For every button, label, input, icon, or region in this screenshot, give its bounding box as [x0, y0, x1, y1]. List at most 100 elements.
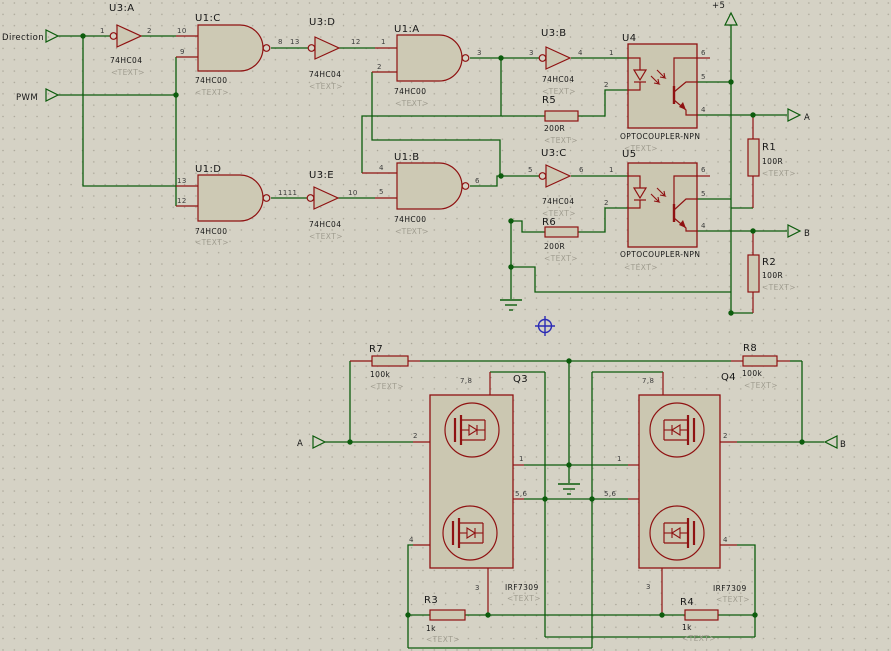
resistor-r5[interactable]	[545, 111, 578, 121]
pin-number-label: 4	[409, 536, 414, 544]
part-ref-label: R6	[542, 217, 556, 228]
placeholder-text-label: <TEXT>	[309, 232, 343, 241]
pin-number-label: 2	[604, 81, 609, 89]
resistor-r4[interactable]	[685, 610, 718, 620]
invert-bubble-icon	[462, 55, 469, 62]
junction-dot	[508, 218, 513, 223]
placeholder-text-label: <TEXT>	[682, 634, 716, 643]
pin-number-label: 3	[646, 583, 651, 591]
pin-number-label: 4	[701, 106, 706, 114]
part-ref-label: Q4	[721, 372, 736, 383]
gate-body[interactable]	[198, 25, 263, 71]
part-ref-label: R5	[542, 95, 556, 106]
invert-bubble-icon	[462, 183, 469, 190]
part-ref-label: U1:B	[394, 152, 420, 163]
pin-number-label: 3	[477, 49, 482, 57]
placeholder-text-label: <TEXT>	[395, 99, 429, 108]
placeholder-text-label: <TEXT>	[624, 144, 658, 153]
pin-number-label: 1	[617, 455, 622, 463]
pin-number-label: 3	[475, 584, 480, 592]
junction-dot	[405, 612, 410, 617]
part-ref-label: Q3	[513, 374, 528, 385]
part-value-label: 1k	[682, 623, 692, 632]
placeholder-text-label: <TEXT>	[544, 136, 578, 145]
part-ref-label: R3	[424, 595, 438, 606]
junction-dot	[498, 173, 503, 178]
pin-number-label: 7,8	[642, 377, 654, 385]
schematic-svg[interactable]: U3:AU1:CU3:DU1:AU3:BU4R5U1:DU3:EU1:BU3:C…	[0, 0, 891, 651]
resistor-r3[interactable]	[430, 610, 465, 620]
junction-dot	[498, 55, 503, 60]
optocoupler-u5[interactable]	[628, 163, 697, 247]
invert-bubble-icon	[263, 45, 270, 52]
placeholder-text-label: <TEXT>	[542, 87, 576, 96]
resistor-r7[interactable]	[372, 356, 408, 366]
terminal-label: Direction	[2, 33, 44, 43]
terminal-label: PWM	[16, 93, 38, 103]
gate-body[interactable]	[198, 175, 263, 221]
pin-number-label: 5	[701, 190, 706, 198]
gate-body[interactable]	[397, 163, 462, 209]
pin-number-label: 6	[701, 166, 706, 174]
optocoupler-u4[interactable]	[628, 44, 697, 128]
mosfet-ic-body[interactable]	[430, 395, 513, 568]
placeholder-text-label: <TEXT>	[624, 263, 658, 272]
mosfet-ic-q3[interactable]	[430, 395, 513, 568]
terminal-label: A	[804, 113, 810, 123]
pin-number-label: 1	[609, 49, 614, 57]
pin-number-label: 13	[177, 177, 187, 185]
pin-number-label: 6	[475, 177, 480, 185]
terminal-label: B	[840, 440, 846, 450]
resistor-r2[interactable]	[748, 255, 759, 292]
junction-dot	[589, 496, 594, 501]
placeholder-text-label: <TEXT>	[716, 595, 750, 604]
part-value-label: 74HC00	[195, 227, 227, 236]
placeholder-text-label: <TEXT>	[426, 635, 460, 644]
resistor-r8[interactable]	[743, 356, 777, 366]
gate-body[interactable]	[397, 35, 462, 81]
pin-number-label: 5	[701, 73, 706, 81]
junction-dot	[347, 439, 352, 444]
pin-number-label: 8	[278, 38, 283, 46]
part-ref-label: U3:E	[309, 170, 334, 181]
part-value-label: IRF7309	[505, 583, 539, 592]
junction-dot	[566, 358, 571, 363]
pin-number-label: 2	[147, 27, 152, 35]
schematic-canvas[interactable]: U3:AU1:CU3:DU1:AU3:BU4R5U1:DU3:EU1:BU3:C…	[0, 0, 891, 651]
placeholder-text-label: <TEXT>	[542, 209, 576, 218]
pin-number-label: 5,6	[604, 490, 616, 498]
pin-number-label: 5	[379, 188, 384, 196]
part-ref-label: U3:C	[541, 148, 567, 159]
invert-bubble-icon	[110, 33, 117, 40]
pin-number-label: 1	[609, 166, 614, 174]
part-value-label: 74HC00	[394, 215, 426, 224]
part-ref-label: U1:A	[394, 24, 420, 35]
resistor-r6[interactable]	[545, 227, 578, 237]
junction-dot	[750, 112, 755, 117]
pin-number-label: 4	[379, 164, 384, 172]
placeholder-text-label: <TEXT>	[395, 227, 429, 236]
placeholder-text-label: <TEXT>	[195, 88, 229, 97]
part-value-label: IRF7309	[713, 584, 747, 593]
pin-number-label: 6	[701, 49, 706, 57]
mosfet-ic-q4[interactable]	[639, 395, 720, 568]
placeholder-text-label: <TEXT>	[544, 254, 578, 263]
invert-bubble-icon	[307, 195, 314, 202]
part-ref-label: R4	[680, 597, 694, 608]
invert-bubble-icon	[308, 45, 315, 52]
junction-dot	[508, 264, 513, 269]
resistor-r1[interactable]	[748, 139, 759, 176]
placeholder-text-label: <TEXT>	[744, 381, 778, 390]
part-ref-label: U3:A	[109, 3, 135, 14]
placeholder-text-label: <TEXT>	[762, 169, 796, 178]
part-ref-label: R1	[762, 142, 776, 153]
pin-number-label: 4	[578, 49, 583, 57]
part-ref-label: R2	[762, 257, 776, 268]
pin-number-label: 9	[180, 48, 185, 56]
pin-number-label: 13	[290, 38, 300, 46]
placeholder-text-label: <TEXT>	[111, 68, 145, 77]
terminal-label: B	[804, 229, 810, 239]
part-ref-label: U3:D	[309, 17, 335, 28]
pin-number-label: 1	[519, 455, 524, 463]
pin-number-label: 5,6	[515, 490, 527, 498]
